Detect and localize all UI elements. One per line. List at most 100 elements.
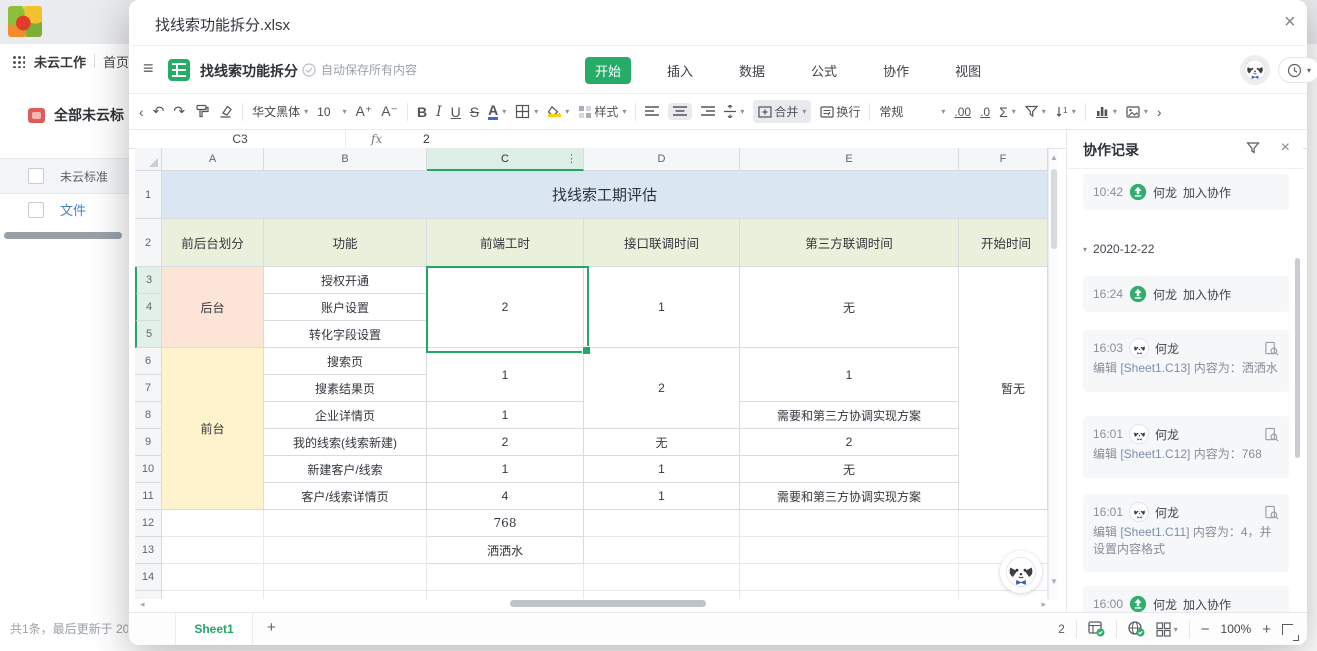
row-header-12[interactable]: 12 xyxy=(135,510,162,537)
cell-b6[interactable]: 搜索页 xyxy=(264,348,427,375)
col-header-e[interactable]: E xyxy=(740,148,959,171)
filter-button[interactable]: ▾ xyxy=(1025,105,1046,118)
sheet-protect-icon[interactable] xyxy=(1088,621,1105,637)
cell-c6-c7[interactable]: 1 xyxy=(427,348,584,402)
cell-c9[interactable]: 2 xyxy=(427,429,584,456)
align-right-button[interactable] xyxy=(701,106,715,117)
preview-icon[interactable] xyxy=(1264,341,1279,356)
collab-item-edit[interactable]: 16:01 何龙 编辑 [Sheet1.C12] 内容为：768 xyxy=(1083,416,1289,478)
grid-vscrollbar-thumb[interactable] xyxy=(1051,169,1057,249)
formula-input[interactable]: 2 xyxy=(423,130,430,148)
redo-icon[interactable]: ↷ xyxy=(173,103,185,120)
sum-button[interactable]: Σ▾ xyxy=(999,104,1016,120)
close-icon[interactable]: × xyxy=(1284,11,1296,34)
cell-f2[interactable]: 开始时间 xyxy=(959,219,1048,267)
align-left-button[interactable] xyxy=(645,106,659,117)
cell-f3-f11[interactable]: 暂无 xyxy=(959,267,1048,510)
col-header-b[interactable]: B xyxy=(264,148,427,171)
panel-scrollbar-thumb[interactable] xyxy=(1295,258,1300,458)
cell-b11[interactable]: 客户/线索详情页 xyxy=(264,483,427,510)
cell-e13[interactable] xyxy=(740,537,959,564)
column-menu-icon[interactable]: ⋮ xyxy=(566,152,577,165)
row-header-14[interactable]: 14 xyxy=(135,564,162,591)
sheet-tab-sheet1[interactable]: Sheet1 xyxy=(175,613,253,645)
cell-d12[interactable] xyxy=(584,510,740,537)
cell-c10[interactable]: 1 xyxy=(427,456,584,483)
number-format-select[interactable]: 常规▾ xyxy=(879,103,945,120)
sheet-title-cell[interactable]: 找线索工期评估 xyxy=(162,171,1048,219)
increase-font-icon[interactable]: A⁺ xyxy=(356,103,373,120)
grid-hscrollbar-thumb[interactable] xyxy=(510,600,706,607)
col-header-c[interactable]: C⋮ xyxy=(427,148,584,171)
font-name-select[interactable]: 华文黑体▾ xyxy=(252,103,308,120)
row-header-5[interactable]: 5 xyxy=(135,321,162,348)
cell-a13[interactable] xyxy=(162,537,264,564)
zoom-level[interactable]: 100% xyxy=(1221,622,1252,636)
insert-chart-button[interactable]: ▾ xyxy=(1095,105,1117,118)
cell-style-button[interactable]: 样式▾ xyxy=(578,103,626,120)
fullscreen-icon[interactable] xyxy=(1282,624,1293,635)
cell-e3-e5[interactable]: 无 xyxy=(740,267,959,348)
collapse-toolbar-icon[interactable]: ‹ xyxy=(139,104,144,120)
more-tools-icon[interactable]: › xyxy=(1157,104,1162,120)
filter-icon[interactable] xyxy=(1246,141,1260,155)
cell-b3[interactable]: 授权开通 xyxy=(264,267,427,294)
zoom-out-button[interactable]: − xyxy=(1201,621,1210,638)
select-all-checkbox[interactable] xyxy=(28,168,44,184)
background-hscrollbar-thumb[interactable] xyxy=(4,232,122,239)
cell-b13[interactable] xyxy=(264,537,427,564)
cell-d9[interactable]: 无 xyxy=(584,429,740,456)
cell-e2[interactable]: 第三方联调时间 xyxy=(740,219,959,267)
doc-name[interactable]: 找线索功能拆分 xyxy=(200,61,298,81)
cell-b10[interactable]: 新建客户/线索 xyxy=(264,456,427,483)
collab-item-join[interactable]: 10:42 何龙 加入协作 xyxy=(1083,174,1289,210)
tab-home[interactable]: 开始 xyxy=(585,57,631,84)
cell-c13[interactable]: 洒洒水 xyxy=(427,537,584,564)
menu-icon[interactable]: ≡ xyxy=(143,58,154,79)
vertical-align-button[interactable]: ▾ xyxy=(724,105,744,118)
cell-d10[interactable]: 1 xyxy=(584,456,740,483)
scroll-down-icon[interactable]: ▼ xyxy=(1050,577,1058,586)
add-sheet-button[interactable]: + xyxy=(267,619,276,636)
brand-name[interactable]: 未云工作 xyxy=(34,52,86,71)
row-header-2[interactable]: 2 xyxy=(135,219,162,267)
cell-a14[interactable] xyxy=(162,564,264,591)
cell-b12[interactable] xyxy=(264,510,427,537)
cell-reference-box[interactable]: C3 xyxy=(135,130,346,148)
cell-e11[interactable]: 需要和第三方协调实现方案 xyxy=(740,483,959,510)
cell-b8[interactable]: 企业详情页 xyxy=(264,402,427,429)
cell-b9[interactable]: 我的线索(线索新建) xyxy=(264,429,427,456)
cell-f12[interactable] xyxy=(959,510,1048,537)
collab-item-edit[interactable]: 16:01 何龙 编辑 [Sheet1.C11] 内容为：4，并设置内容格式 xyxy=(1083,494,1289,572)
cell-a3-a5-backend[interactable]: 后台 xyxy=(162,267,264,348)
cell-d2[interactable]: 接口联调时间 xyxy=(584,219,740,267)
history-button[interactable]: ▾ xyxy=(1278,57,1317,83)
share-web-icon[interactable] xyxy=(1128,621,1145,637)
tab-formula[interactable]: 公式 xyxy=(801,57,847,84)
cell-e8[interactable]: 需要和第三方协调实现方案 xyxy=(740,402,959,429)
file-link[interactable]: 文件 xyxy=(60,200,86,219)
cell-a12[interactable] xyxy=(162,510,264,537)
fx-icon[interactable]: fx xyxy=(371,130,382,148)
preview-icon[interactable] xyxy=(1264,427,1279,442)
cell-d6-d8[interactable]: 2 xyxy=(584,348,740,429)
row-header-8[interactable]: 8 xyxy=(135,402,162,429)
nav-home-link[interactable]: 首页 xyxy=(103,52,129,71)
font-color-button[interactable]: A▾ xyxy=(488,104,506,120)
cell-b14[interactable] xyxy=(264,564,427,591)
row-checkbox[interactable] xyxy=(28,202,44,218)
background-table-row[interactable]: 文件 xyxy=(28,200,86,219)
collab-item-join[interactable]: 16:00 何龙 加入协作 xyxy=(1083,586,1289,612)
grid-vscrollbar[interactable]: ▲ ▼ xyxy=(1048,149,1058,600)
cell-c2[interactable]: 前端工时 xyxy=(427,219,584,267)
collab-date-group[interactable]: ▾ 2020-12-22 xyxy=(1083,242,1154,256)
scroll-right-icon[interactable]: ▸ xyxy=(1041,599,1046,610)
decrease-font-icon[interactable]: A⁻ xyxy=(381,103,398,120)
cell-d13[interactable] xyxy=(584,537,740,564)
italic-button[interactable]: I xyxy=(436,104,442,120)
format-painter-icon[interactable] xyxy=(194,104,209,119)
insert-image-button[interactable]: ▾ xyxy=(1126,106,1148,118)
cell-c11[interactable]: 4 xyxy=(427,483,584,510)
scroll-left-icon[interactable]: ◂ xyxy=(140,599,145,610)
collab-item-join[interactable]: 16:24 何龙 加入协作 xyxy=(1083,276,1289,312)
